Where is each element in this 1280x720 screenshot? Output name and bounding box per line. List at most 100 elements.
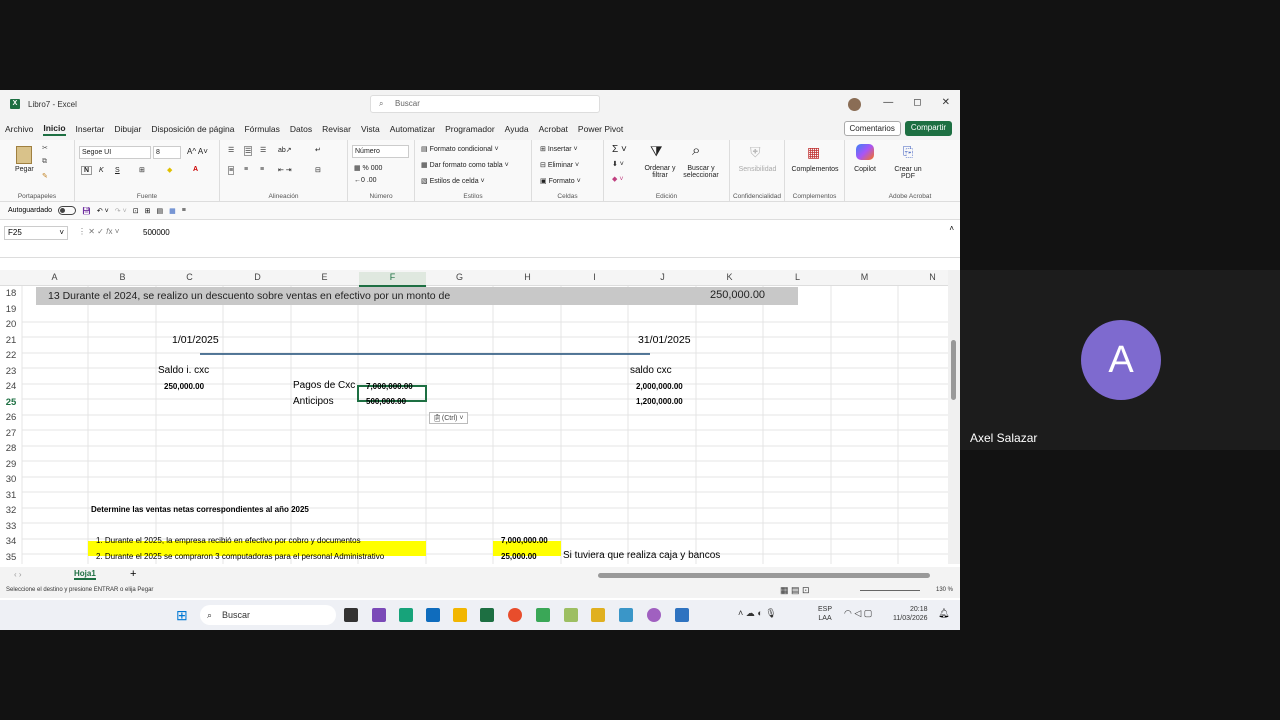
scroll-thumb[interactable]: [951, 340, 956, 400]
cut-icon[interactable]: ✂: [42, 144, 48, 152]
col-c[interactable]: C: [156, 272, 223, 282]
format-painter-icon[interactable]: ✎: [42, 172, 48, 180]
underline-button[interactable]: S: [115, 167, 120, 174]
row-35[interactable]: 35: [0, 552, 22, 563]
row-31[interactable]: 31: [0, 490, 22, 501]
app-icon-5[interactable]: [619, 608, 633, 622]
menu-datos[interactable]: Datos: [290, 124, 312, 134]
save-icon[interactable]: 💾︎: [82, 207, 91, 215]
col-a[interactable]: A: [21, 272, 88, 282]
name-box[interactable]: F25 ˅: [4, 226, 68, 240]
sort-filter-button[interactable]: Ordenar y filtrar: [640, 165, 680, 179]
copilot-button[interactable]: Copilot: [845, 166, 885, 173]
menu-insertar[interactable]: Insertar: [76, 124, 105, 134]
customize-icon[interactable]: ≡: [182, 207, 186, 214]
share-button[interactable]: Compartir: [904, 121, 952, 136]
align-top-icon[interactable]: ☰: [228, 146, 234, 154]
addins-button[interactable]: Complementos: [785, 166, 845, 173]
create-pdf-button[interactable]: Crear un PDF: [887, 166, 929, 180]
format-table-button[interactable]: ▦ Dar formato como tabla ˅: [421, 161, 509, 169]
row-27[interactable]: 27: [0, 428, 22, 439]
app-icon-3[interactable]: [564, 608, 578, 622]
autosum-icon[interactable]: Σ ˅: [612, 144, 627, 155]
currency-icon[interactable]: ▦ % 000: [354, 164, 382, 172]
zoom-slider[interactable]: [860, 590, 920, 591]
row-21[interactable]: 21: [0, 335, 22, 346]
cell-pagos-label[interactable]: Pagos de Cxc: [293, 380, 355, 391]
app-icon-4[interactable]: [591, 608, 605, 622]
view-icons[interactable]: ▦ ▤ ⊡: [780, 585, 810, 596]
menu-automatizar[interactable]: Automatizar: [390, 124, 435, 134]
menu-dibujar[interactable]: Dibujar: [114, 124, 141, 134]
tray-icons[interactable]: ˄ ☁ ◐ 🎙︎: [738, 608, 777, 619]
windows-start-icon[interactable]: ⊞: [176, 607, 188, 624]
spreadsheet-grid[interactable]: A B C D E F G H I J K L M N 18 19 20 21 …: [0, 270, 960, 564]
cell-r18-amount[interactable]: 250,000.00: [710, 289, 765, 301]
minimize-icon[interactable]: —: [883, 97, 893, 108]
sensitivity-button[interactable]: Sensibilidad: [730, 166, 785, 173]
wrap-text-icon[interactable]: ↵: [315, 146, 321, 154]
cell-r35-note[interactable]: Si tuviera que realiza caja y bancos: [563, 550, 720, 561]
language-indicator[interactable]: ESP LAA: [818, 605, 832, 623]
fx-icon[interactable]: ⋮ ✕ ✓ 𝑓x ˅: [78, 227, 119, 237]
row-29[interactable]: 29: [0, 459, 22, 470]
menu-acrobat[interactable]: Acrobat: [539, 124, 568, 134]
toolbar-icon-2[interactable]: ⊞: [145, 207, 151, 215]
tab-nav-icon[interactable]: ‹ ›: [14, 570, 22, 579]
menu-ayuda[interactable]: Ayuda: [505, 124, 529, 134]
col-k[interactable]: K: [696, 272, 763, 282]
redo-icon[interactable]: ↷ ˅: [115, 207, 127, 215]
font-color-icon[interactable]: A: [193, 166, 198, 173]
menu-revisar[interactable]: Revisar: [322, 124, 351, 134]
app-icon-6[interactable]: [647, 608, 661, 622]
row-34[interactable]: 34: [0, 536, 22, 547]
bold-button[interactable]: N: [81, 166, 93, 175]
fill-icon[interactable]: ⬇ ˅: [612, 160, 624, 168]
format-cells-button[interactable]: ▣ Formato ˅: [540, 177, 581, 185]
cell-r35-value[interactable]: 25,000.00: [501, 552, 537, 561]
clear-icon[interactable]: ◆ ˅: [612, 175, 623, 183]
align-center-icon[interactable]: ≡: [244, 166, 248, 173]
chrome-icon[interactable]: [508, 608, 522, 622]
autosave-toggle[interactable]: [57, 206, 76, 215]
delete-cells-button[interactable]: ⊟ Eliminar ˅: [540, 161, 579, 169]
col-l[interactable]: L: [764, 272, 831, 282]
row-22[interactable]: 22: [0, 350, 22, 361]
fill-color-icon[interactable]: ◆: [167, 166, 172, 174]
toolbar-icon-1[interactable]: ⊡: [133, 207, 139, 215]
cell-r18-text[interactable]: 13 Durante el 2024, se realizo un descue…: [48, 290, 450, 302]
decimal-icon[interactable]: ←0 .00: [354, 177, 377, 184]
network-icon[interactable]: ◠ ◁ ▢: [844, 608, 872, 619]
cell-styles-button[interactable]: ▧ Estilos de celda ˅: [421, 177, 485, 185]
search-box[interactable]: ⌕ Buscar: [370, 95, 600, 113]
paste-icon[interactable]: [16, 146, 32, 164]
cell-date-start[interactable]: 1/01/2025: [172, 334, 219, 346]
cell-r32[interactable]: Determine las ventas netas correspondien…: [91, 505, 309, 514]
horizontal-scrollbar[interactable]: [598, 573, 930, 578]
row-24[interactable]: 24: [0, 381, 22, 392]
cell-pagos-j[interactable]: 2,000,000.00: [636, 382, 683, 391]
indent-icon[interactable]: ⇤ ⇥: [278, 166, 292, 174]
paste-button[interactable]: Pegar: [15, 166, 34, 173]
file-explorer-icon[interactable]: [453, 608, 467, 622]
zoom-level[interactable]: 130 %: [936, 587, 953, 593]
menu-disposicion[interactable]: Disposición de página: [151, 124, 234, 134]
font-size-select[interactable]: 8: [153, 146, 181, 159]
close-icon[interactable]: ✕: [942, 97, 950, 108]
cell-pagos-value[interactable]: 7,000,000.00: [366, 382, 413, 391]
undo-icon[interactable]: ↶ ˅: [97, 207, 109, 215]
clock[interactable]: 20:18 11/03/2026: [893, 605, 928, 623]
user-avatar[interactable]: [848, 98, 861, 111]
row-32[interactable]: 32: [0, 505, 22, 516]
merge-icon[interactable]: ⊟: [315, 166, 321, 174]
row-23[interactable]: 23: [0, 366, 22, 377]
cell-anticipos-value[interactable]: 500,000.00: [366, 397, 406, 406]
cell-r34-value[interactable]: 7,000,000.00: [501, 536, 548, 545]
comments-button[interactable]: Comentarios: [843, 121, 901, 136]
cell-anticipos-label[interactable]: Anticipos: [293, 396, 334, 407]
align-bottom-icon[interactable]: ☰: [260, 146, 266, 154]
row-20[interactable]: 20: [0, 319, 22, 330]
edge-icon[interactable]: [399, 608, 413, 622]
grow-font-icon[interactable]: A^ A˅: [187, 147, 208, 156]
col-m[interactable]: M: [831, 272, 898, 282]
